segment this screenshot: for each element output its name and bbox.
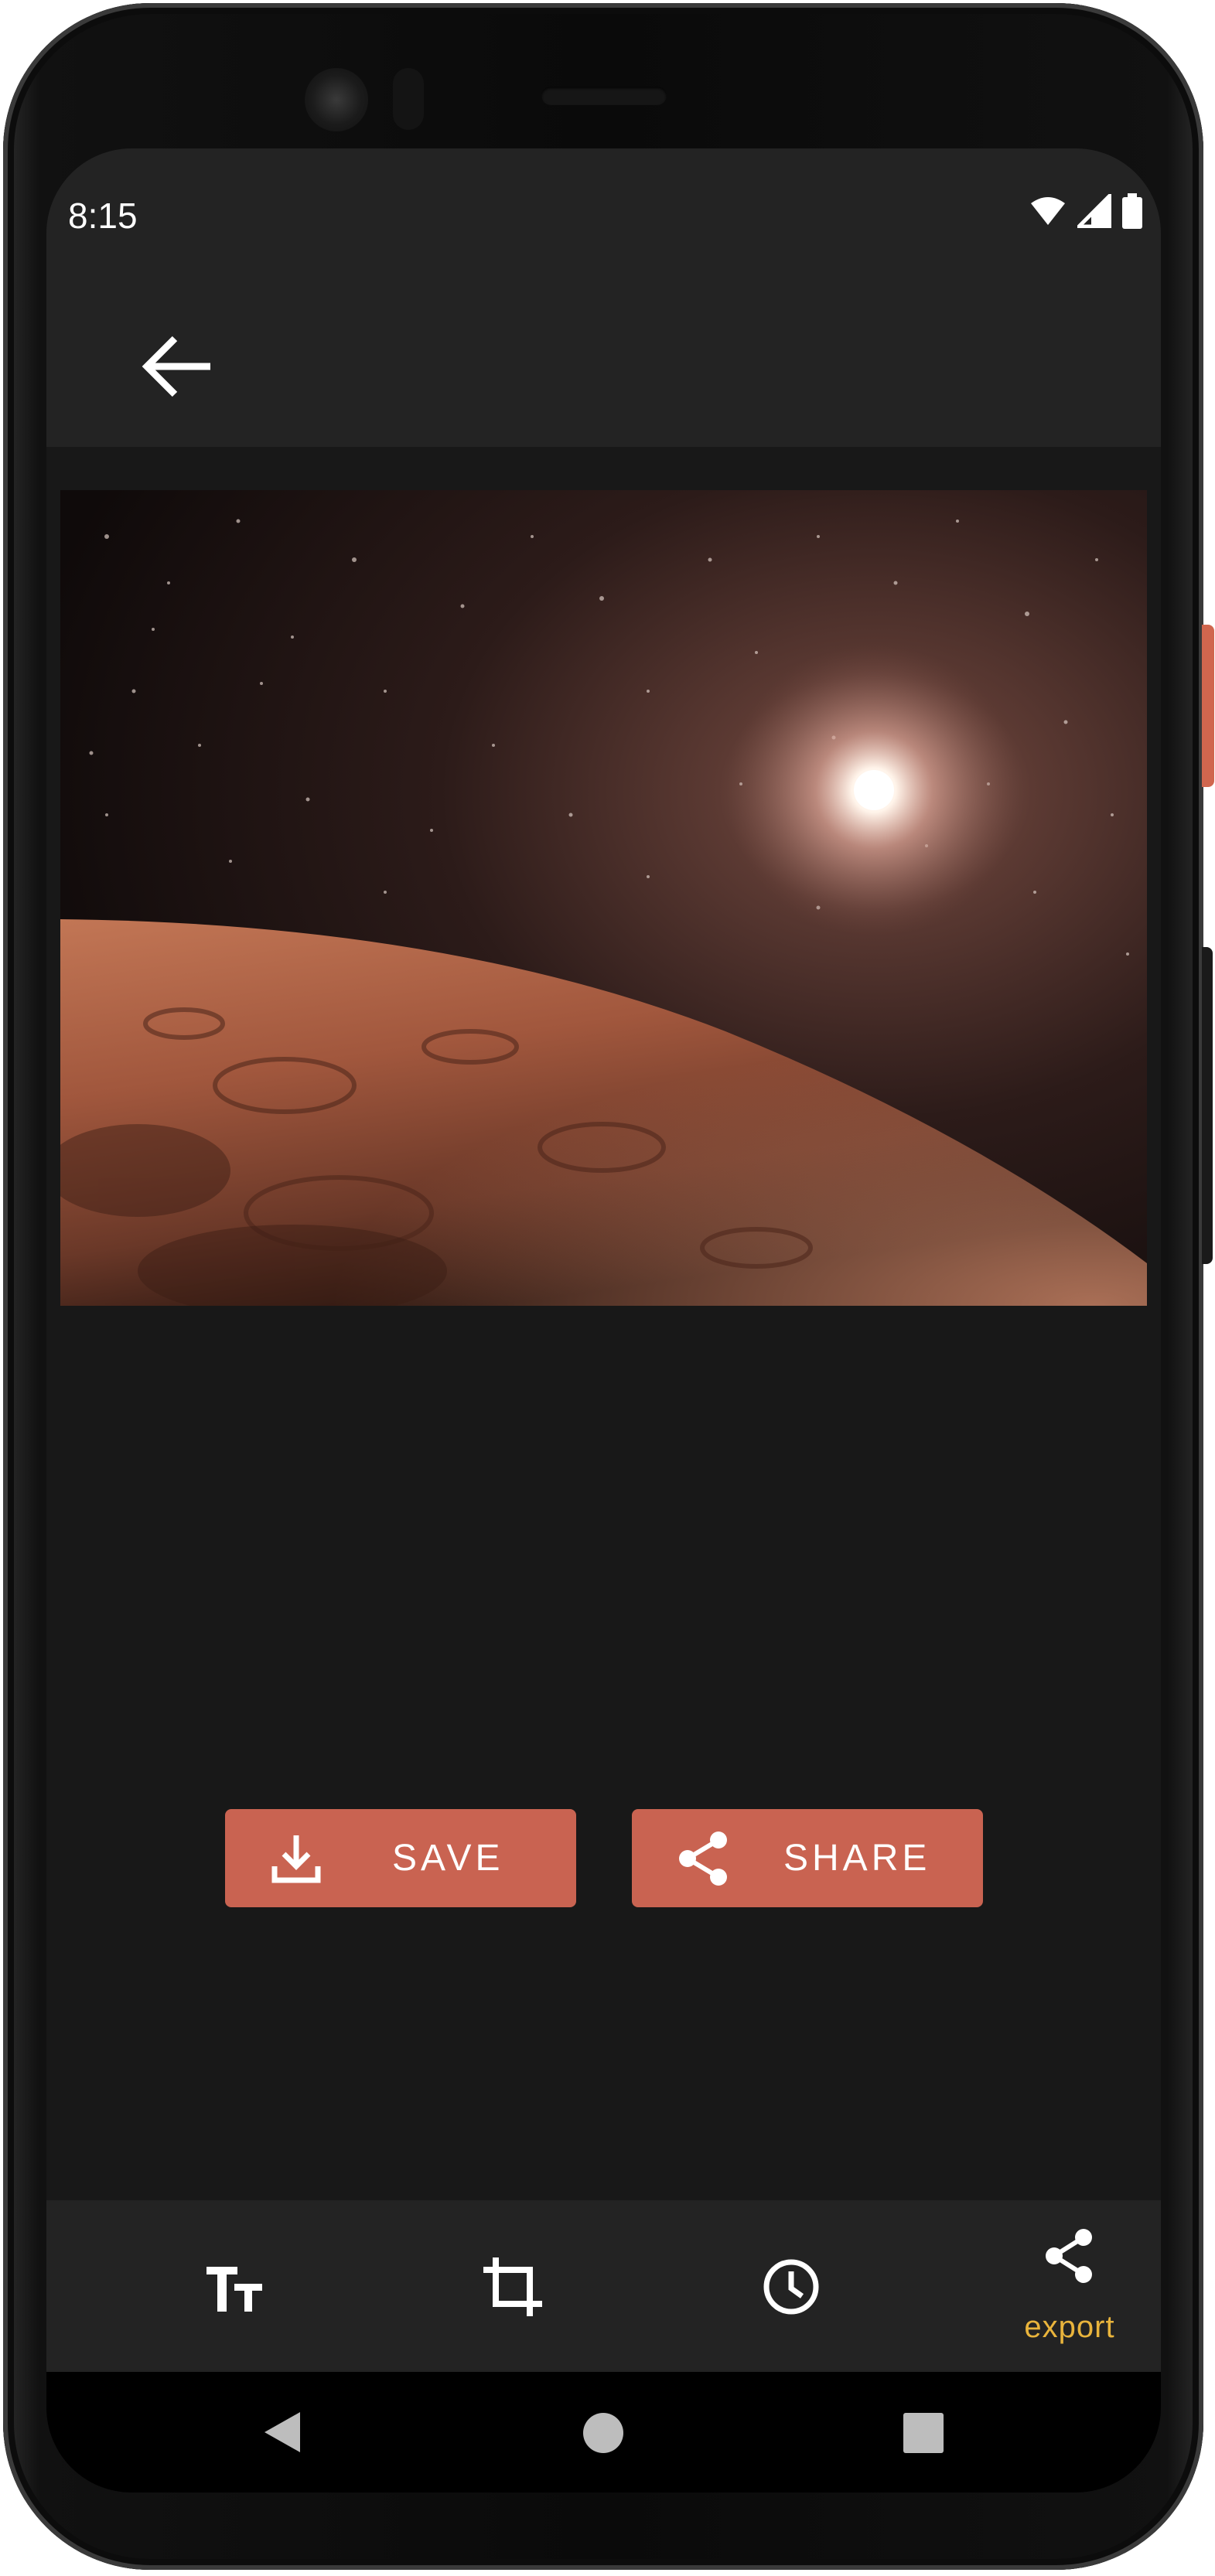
clock-icon bbox=[763, 2259, 819, 2315]
nav-item-text[interactable] bbox=[157, 2200, 312, 2372]
share-icon bbox=[679, 1831, 727, 1886]
recents-square-icon[interactable] bbox=[902, 2411, 945, 2455]
volume-button bbox=[1202, 947, 1213, 1264]
back-button[interactable] bbox=[124, 312, 232, 421]
home-circle-icon[interactable] bbox=[582, 2411, 625, 2455]
status-bar: 8:15 bbox=[46, 148, 1161, 285]
cell-signal-icon bbox=[1077, 194, 1111, 228]
system-navigation-bar bbox=[46, 2372, 1161, 2493]
save-label: SAVE bbox=[392, 1838, 504, 1879]
status-time: 8:15 bbox=[68, 196, 138, 236]
download-icon bbox=[271, 1835, 321, 1883]
battery-icon bbox=[1122, 193, 1142, 229]
app-bar bbox=[46, 285, 1161, 447]
screen: 8:15 SAVE SHARE export bbox=[46, 148, 1161, 2493]
nav-item-history[interactable] bbox=[714, 2200, 869, 2372]
earpiece-speaker bbox=[541, 87, 667, 105]
nav-label-export: export bbox=[1024, 2310, 1115, 2344]
nav-item-export[interactable]: export bbox=[992, 2200, 1147, 2372]
save-button[interactable]: SAVE bbox=[225, 1809, 576, 1907]
crop-icon bbox=[483, 2257, 542, 2316]
share-button[interactable]: SHARE bbox=[632, 1809, 983, 1907]
share-icon bbox=[1046, 2229, 1092, 2283]
bottom-navigation: export bbox=[46, 2200, 1161, 2372]
nav-item-crop[interactable] bbox=[435, 2200, 590, 2372]
share-label: SHARE bbox=[783, 1838, 931, 1879]
back-triangle-icon[interactable] bbox=[260, 2409, 303, 2455]
arrow-back-icon bbox=[142, 336, 210, 397]
status-icons bbox=[1029, 193, 1142, 229]
power-button bbox=[1202, 625, 1214, 787]
mars-image bbox=[60, 490, 1147, 1306]
proximity-sensor bbox=[393, 68, 424, 130]
image-preview bbox=[60, 490, 1147, 1306]
front-camera bbox=[305, 68, 368, 131]
wifi-icon bbox=[1031, 197, 1065, 225]
text-size-icon bbox=[206, 2267, 262, 2312]
